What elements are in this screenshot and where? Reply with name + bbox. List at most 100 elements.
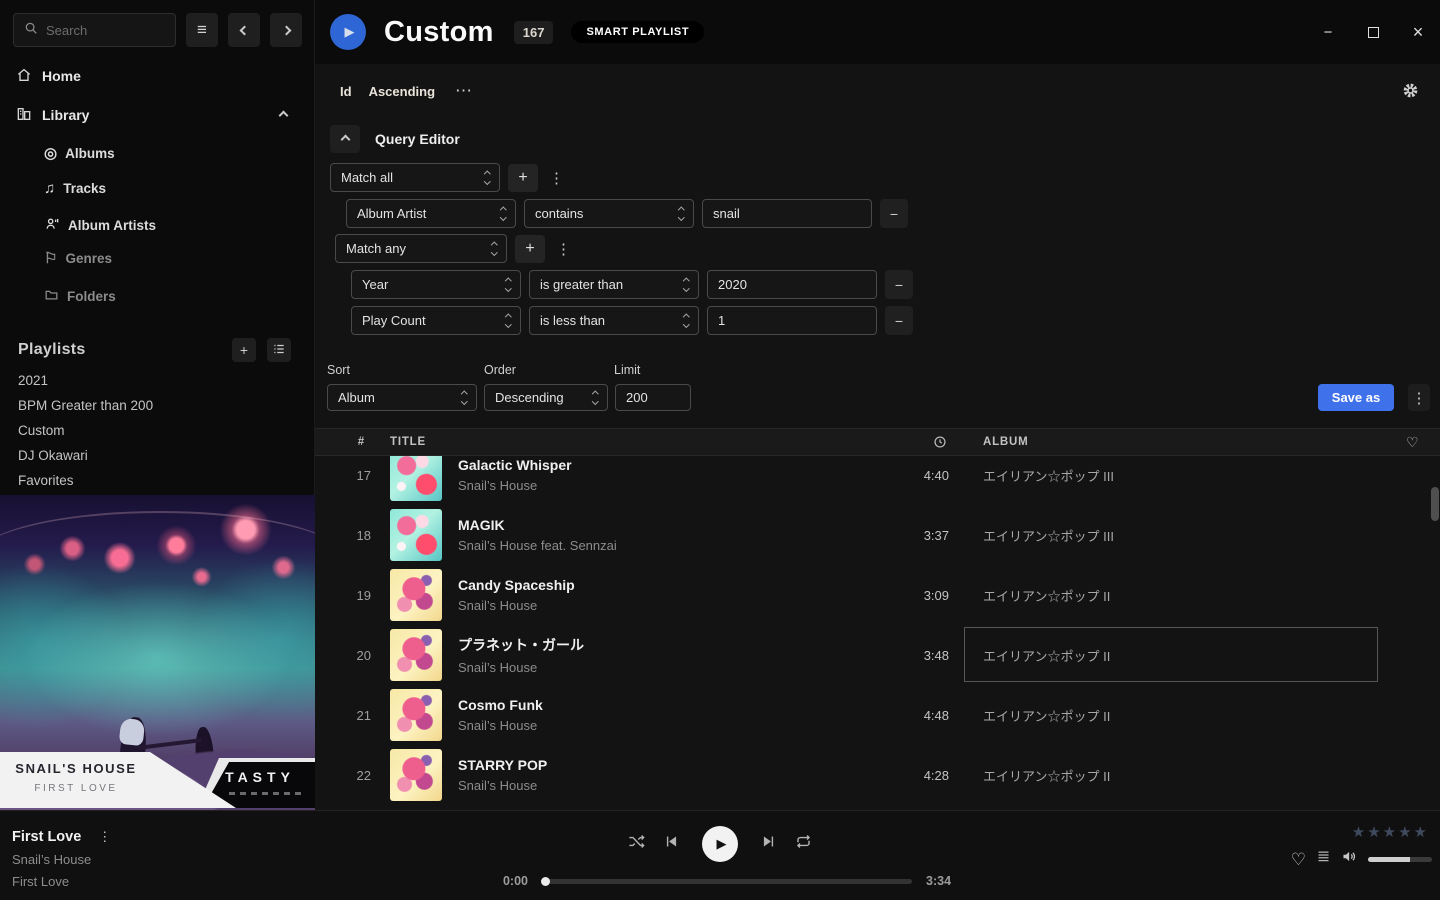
column-header-album[interactable]: ALBUM	[983, 436, 1403, 448]
sidebar-item-tracks[interactable]: ♫ Tracks	[44, 181, 106, 196]
favorite-button[interactable]: ♡	[1291, 851, 1306, 868]
track-album[interactable]: エイリアン☆ポップ II	[983, 766, 1403, 785]
repeat-button[interactable]	[794, 832, 813, 856]
table-row[interactable]: 19 Candy Spaceship Snail’s House 3:09 エイ…	[315, 565, 1440, 625]
vertical-scrollbar-thumb[interactable]	[1431, 487, 1439, 521]
next-button[interactable]	[760, 833, 777, 855]
menu-button[interactable]: ≡	[186, 13, 218, 47]
save-as-button[interactable]: Save as	[1318, 384, 1394, 411]
playlist-item[interactable]: DJ Okawari	[18, 448, 88, 463]
rule-value-input[interactable]	[702, 199, 872, 228]
sidebar-item-genres[interactable]: ⚐ Genres	[44, 251, 112, 266]
now-playing-artist[interactable]: Snail’s House	[12, 852, 114, 867]
group-options-button[interactable]: ⋮	[553, 240, 574, 258]
track-artist[interactable]: Snail’s House	[458, 778, 903, 793]
track-number: 22	[335, 768, 371, 783]
nav-forward-button[interactable]	[270, 13, 302, 47]
column-header-favorite[interactable]: ♡	[1403, 434, 1440, 451]
sort-by-button[interactable]: Id	[340, 84, 352, 99]
group-options-button[interactable]: ⋮	[546, 169, 567, 187]
queue-button[interactable]	[1316, 849, 1331, 869]
seek-bar[interactable]	[542, 879, 912, 884]
sidebar-item-home[interactable]: Home	[16, 62, 298, 90]
table-row[interactable]: 21 Cosmo Funk Snail’s House 4:48 エイリアン☆ポ…	[315, 685, 1440, 745]
collapse-query-editor-button[interactable]	[330, 125, 360, 153]
track-artist[interactable]: Snail’s House	[458, 660, 903, 675]
query-rule-2: Year is greater than −	[351, 270, 913, 299]
close-button[interactable]: ×	[1410, 24, 1426, 40]
collapse-library-icon[interactable]	[279, 110, 289, 120]
remove-rule-button[interactable]: −	[885, 306, 913, 335]
track-album[interactable]: エイリアン☆ポップ II	[983, 586, 1403, 605]
remove-rule-button[interactable]: −	[880, 199, 908, 228]
playlist-item[interactable]: BPM Greater than 200	[18, 398, 153, 413]
track-album[interactable]: エイリアン☆ポップ II	[983, 706, 1403, 725]
star-icon[interactable]: ★	[1398, 823, 1411, 841]
column-header-index[interactable]: #	[335, 436, 371, 448]
nav-back-button[interactable]	[228, 13, 260, 47]
remove-rule-button[interactable]: −	[885, 270, 913, 299]
rule-operator-select[interactable]: is greater than	[529, 270, 699, 299]
add-playlist-button[interactable]: +	[232, 338, 256, 362]
sidebar-item-library[interactable]: Library	[16, 101, 298, 129]
table-row[interactable]: 17 Galactic Whisper Snail’s House 4:40 エ…	[315, 456, 1440, 505]
search-input[interactable]	[46, 23, 156, 38]
rule-value-input[interactable]	[707, 306, 877, 335]
sort-direction-button[interactable]: Ascending	[369, 84, 435, 99]
sidebar-item-albums[interactable]: ◎ Albums	[44, 146, 115, 161]
maximize-button[interactable]	[1365, 24, 1381, 40]
play-pause-button[interactable]: ▶	[702, 826, 738, 862]
column-header-title[interactable]: TITLE	[390, 436, 903, 448]
save-options-button[interactable]: ⋮	[1408, 384, 1430, 411]
seek-knob[interactable]	[541, 877, 550, 886]
more-options-button[interactable]: ⋯	[455, 81, 473, 101]
queue-icon	[1316, 849, 1331, 864]
add-rule-button[interactable]: +	[508, 164, 538, 192]
playlist-item[interactable]: 2021	[18, 373, 48, 388]
table-row[interactable]: 22 STARRY POP Snail’s House 4:28 エイリアン☆ポ…	[315, 745, 1440, 805]
cover-album-text: FIRST LOVE	[2, 783, 150, 794]
track-options-button[interactable]: ⋮	[95, 829, 114, 845]
previous-button[interactable]	[663, 833, 680, 855]
sidebar-item-folders[interactable]: Folders	[44, 287, 116, 305]
rule-operator-select[interactable]: is less than	[529, 306, 699, 335]
add-rule-button[interactable]: +	[515, 235, 545, 263]
match-type-select[interactable]: Match all	[330, 163, 500, 192]
playlist-item[interactable]: Favorites	[18, 473, 74, 488]
track-artist[interactable]: Snail’s House	[458, 718, 903, 733]
table-row-focused[interactable]: 20 プラネット・ガール Snail’s House 3:48 エイリアン☆ポッ…	[315, 625, 1440, 685]
sidebar-item-album-artists[interactable]: Album Artists	[44, 216, 156, 235]
star-icon[interactable]: ★	[1367, 823, 1380, 841]
order-select[interactable]: Descending	[484, 384, 608, 411]
minimize-button[interactable]: −	[1320, 24, 1336, 40]
track-album[interactable]: エイリアン☆ポップ III	[983, 466, 1403, 485]
limit-input[interactable]	[615, 384, 691, 411]
now-playing-album[interactable]: First Love	[12, 874, 114, 889]
track-artist[interactable]: Snail’s House	[458, 598, 903, 613]
star-icon[interactable]: ★	[1383, 823, 1396, 841]
rule-field-select[interactable]: Album Artist	[346, 199, 516, 228]
playlist-item[interactable]: Custom	[18, 423, 65, 438]
settings-button[interactable]	[1402, 82, 1419, 104]
track-album[interactable]: エイリアン☆ポップ III	[983, 526, 1403, 545]
sort-select[interactable]: Album	[327, 384, 477, 411]
rule-value-input[interactable]	[707, 270, 877, 299]
track-artist[interactable]: Snail’s House feat. Sennzai	[458, 538, 903, 553]
rule-field-select[interactable]: Year	[351, 270, 521, 299]
play-playlist-button[interactable]: ▶	[330, 14, 366, 50]
star-icon[interactable]: ★	[1414, 823, 1427, 841]
volume-button[interactable]	[1341, 848, 1358, 870]
rule-operator-select[interactable]: contains	[524, 199, 694, 228]
rating-stars[interactable]: ★ ★ ★ ★ ★	[1352, 823, 1427, 841]
now-playing-track[interactable]: First Love	[12, 829, 81, 845]
track-artist[interactable]: Snail’s House	[458, 478, 903, 493]
volume-slider[interactable]	[1368, 857, 1432, 862]
rule-field-select[interactable]: Play Count	[351, 306, 521, 335]
star-icon[interactable]: ★	[1352, 823, 1365, 841]
column-header-duration[interactable]	[903, 435, 983, 449]
table-row[interactable]: 18 MAGIK Snail’s House feat. Sennzai 3:3…	[315, 505, 1440, 565]
playlist-list-button[interactable]	[267, 338, 291, 362]
match-type-select[interactable]: Match any	[335, 234, 507, 263]
search-box[interactable]	[13, 13, 176, 47]
shuffle-button[interactable]	[627, 832, 646, 856]
